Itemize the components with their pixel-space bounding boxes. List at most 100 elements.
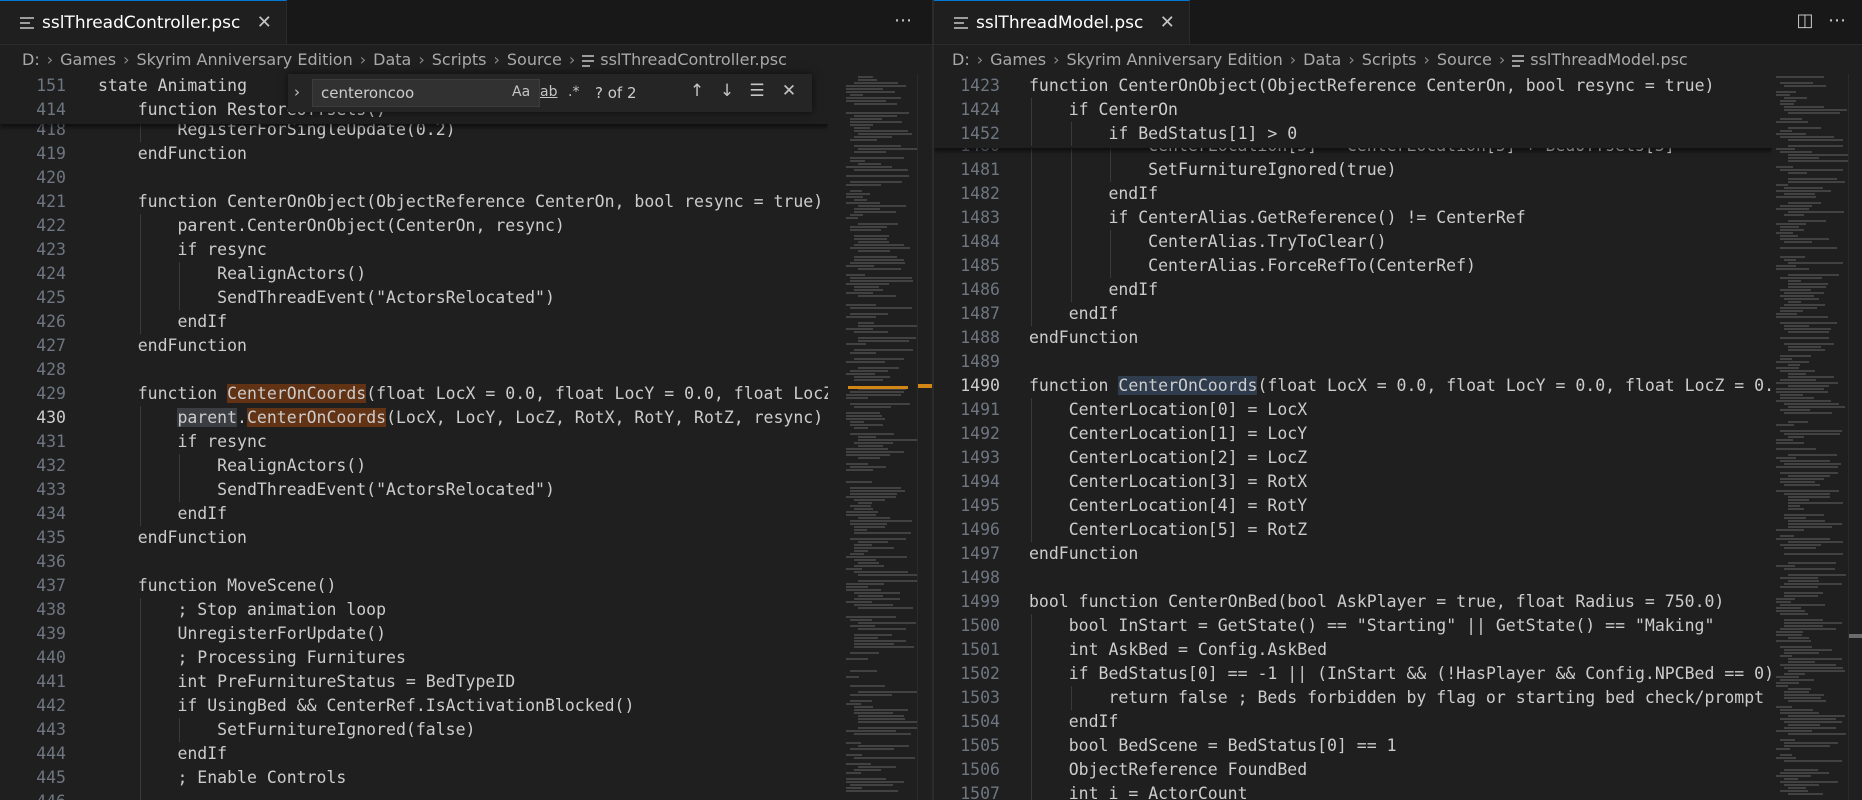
sticky-scroll[interactable]: 1423 function CenterOnObject(ObjectRefere… [934, 74, 1772, 148]
breadcrumb-item[interactable]: Scripts [432, 50, 487, 69]
code-line[interactable]: 438 ; Stop animation loop [0, 598, 828, 622]
code-editor[interactable]: 1480CenterLocation[5] = CenterLocation[5… [934, 74, 1772, 800]
breadcrumb-item[interactable]: Data [373, 50, 411, 69]
code-line[interactable]: 1501 int AskBed = Config.AskBed [934, 638, 1772, 662]
code-line[interactable]: 1424 if CenterOn [934, 98, 1772, 122]
code-line[interactable]: 434 endIf [0, 502, 828, 526]
code-line[interactable]: 1497 endFunction [934, 542, 1772, 566]
minimap[interactable] [842, 74, 922, 800]
scrollbar[interactable] [917, 74, 932, 800]
code-line[interactable]: 1499 bool function CenterOnBed(bool AskPl… [934, 590, 1772, 614]
code-line[interactable]: 1481 SetFurnitureIgnored(true) [934, 158, 1772, 182]
code-line[interactable]: 443 SetFurnitureIgnored(false) [0, 718, 828, 742]
code-line[interactable]: 442 if UsingBed && CenterRef.IsActivation… [0, 694, 828, 718]
code-text: endIf [1108, 280, 1159, 299]
breadcrumb-item[interactable]: D: [22, 50, 40, 69]
code-line[interactable]: 421 function CenterOnObject(ObjectReferen… [0, 190, 828, 214]
code-line[interactable]: 420 [0, 166, 828, 190]
minimap-line [1776, 313, 1797, 315]
code-line[interactable]: 1488 endFunction [934, 326, 1772, 350]
code-line[interactable]: 424 RealignActors() [0, 262, 828, 286]
code-line[interactable]: 441 int PreFurnitureStatus = BedTypeID [0, 670, 828, 694]
match-case-toggle[interactable]: Aa [512, 84, 530, 100]
breadcrumb-item[interactable]: Source [1437, 50, 1492, 69]
code-line[interactable]: 440 ; Processing Furnitures [0, 646, 828, 670]
code-line[interactable]: 1495 CenterLocation[4] = RotY [934, 494, 1772, 518]
code-line[interactable]: 1506 ObjectReference FoundBed [934, 758, 1772, 782]
chevron-right-icon[interactable]: › [294, 83, 300, 101]
find-input[interactable]: centeroncoo [312, 79, 540, 107]
code-line[interactable]: 1504 endIf [934, 710, 1772, 734]
code-line[interactable]: 427 endFunction [0, 334, 828, 358]
code-editor[interactable]: 418 RegisterForSingleUpdate(0.2) 419 endFun… [0, 74, 828, 800]
breadcrumb-file[interactable]: sslThreadController.psc [600, 50, 787, 69]
code-line[interactable]: 435 endFunction [0, 526, 828, 550]
close-icon[interactable]: ✕ [254, 12, 274, 33]
code-line[interactable]: 1507 int i = ActorCount [934, 782, 1772, 800]
code-line[interactable]: 1489 [934, 350, 1772, 374]
code-line[interactable]: 1485 CenterAlias.ForceRefTo(CenterRef) [934, 254, 1772, 278]
breadcrumb-item[interactable]: Games [60, 50, 116, 69]
more-actions-icon[interactable]: ⋯ [1824, 10, 1850, 31]
minimap[interactable] [1772, 74, 1854, 800]
arrow-down-icon[interactable]: ↓ [716, 81, 738, 101]
breadcrumb-item[interactable]: D: [952, 50, 970, 69]
code-line[interactable]: 1502 if BedStatus[0] == -1 || (InStart &&… [934, 662, 1772, 686]
code-line[interactable]: 1496 CenterLocation[5] = RotZ [934, 518, 1772, 542]
code-line[interactable]: 1486 endIf [934, 278, 1772, 302]
more-actions-icon[interactable]: ⋯ [890, 10, 916, 31]
minimap-line [846, 481, 872, 483]
tab-sslthreadmodel[interactable]: sslThreadModel.psc ✕ [934, 0, 1191, 44]
code-line[interactable]: 1484 CenterAlias.TryToClear() [934, 230, 1772, 254]
code-line[interactable]: 1452 if BedStatus[1] > 0 [934, 122, 1772, 146]
code-line[interactable]: 445 ; Enable Controls [0, 766, 828, 790]
code-line[interactable]: 436 [0, 550, 828, 574]
split-editor-icon[interactable]: ◫ [1792, 10, 1818, 31]
code-line[interactable]: 423 if resync [0, 238, 828, 262]
breadcrumb-item[interactable]: Data [1303, 50, 1341, 69]
code-line[interactable]: 1498 [934, 566, 1772, 590]
code-line[interactable]: 428 [0, 358, 828, 382]
breadcrumb-item[interactable]: Games [990, 50, 1046, 69]
code-line[interactable]: 425 SendThreadEvent("ActorsRelocated") [0, 286, 828, 310]
tab-sslthreadcontroller[interactable]: sslThreadController.psc ✕ [0, 0, 288, 44]
code-line[interactable]: 1492 CenterLocation[1] = LocY [934, 422, 1772, 446]
regex-toggle[interactable]: .* [568, 84, 579, 100]
breadcrumb-file[interactable]: sslThreadModel.psc [1530, 50, 1687, 69]
code-line[interactable]: 1487 endIf [934, 302, 1772, 326]
code-line[interactable]: 430 parent.CenterOnCoords(LocX, LocY, Loc… [0, 406, 828, 430]
breadcrumb-item[interactable]: Scripts [1362, 50, 1417, 69]
code-line[interactable]: 1490 function CenterOnCoords(float LocX =… [934, 374, 1772, 398]
close-icon[interactable]: ✕ [778, 81, 800, 101]
code-line[interactable]: 1493 CenterLocation[2] = LocZ [934, 446, 1772, 470]
code-line[interactable]: 1505 bool BedScene = BedStatus[0] == 1 [934, 734, 1772, 758]
code-line[interactable]: 1494 CenterLocation[3] = RotX [934, 470, 1772, 494]
code-line[interactable]: 439 UnregisterForUpdate() [0, 622, 828, 646]
code-line[interactable]: 1500 bool InStart = GetState() == "Starti… [934, 614, 1772, 638]
code-line[interactable]: 431 if resync [0, 430, 828, 454]
code-line[interactable]: 419 endFunction [0, 142, 828, 166]
code-line[interactable]: 433 SendThreadEvent("ActorsRelocated") [0, 478, 828, 502]
find-in-selection-icon[interactable]: ☰ [746, 81, 768, 101]
code-line[interactable]: 446 [0, 790, 828, 800]
breadcrumb-item[interactable]: Source [507, 50, 562, 69]
code-line[interactable]: 444 endIf [0, 742, 828, 766]
code-line[interactable]: 429 function CenterOnCoords(float LocX = … [0, 382, 828, 406]
code-line[interactable]: 1491 CenterLocation[0] = LocX [934, 398, 1772, 422]
close-icon[interactable]: ✕ [1157, 12, 1177, 33]
code-line[interactable]: 1423 function CenterOnObject(ObjectRefere… [934, 74, 1772, 98]
breadcrumb-item[interactable]: Skyrim Anniversary Edition [137, 50, 353, 69]
code-line[interactable]: 437 function MoveScene() [0, 574, 828, 598]
breadcrumb-item[interactable]: Skyrim Anniversary Edition [1067, 50, 1283, 69]
whole-word-toggle[interactable]: ab [540, 84, 557, 100]
code-line[interactable]: 426 endIf [0, 310, 828, 334]
code-line[interactable]: 432 RealignActors() [0, 454, 828, 478]
code-line[interactable]: 1482 endIf [934, 182, 1772, 206]
minimap-line [1788, 505, 1800, 507]
minimap-line [854, 145, 901, 147]
code-line[interactable]: 1503 return false ; Beds forbidden by fla… [934, 686, 1772, 710]
code-line[interactable]: 422 parent.CenterOnObject(CenterOn, resyn… [0, 214, 828, 238]
arrow-up-icon[interactable]: ↑ [686, 81, 708, 101]
code-line[interactable]: 1483 if CenterAlias.GetReference() != Cen… [934, 206, 1772, 230]
scrollbar[interactable] [1848, 74, 1862, 800]
